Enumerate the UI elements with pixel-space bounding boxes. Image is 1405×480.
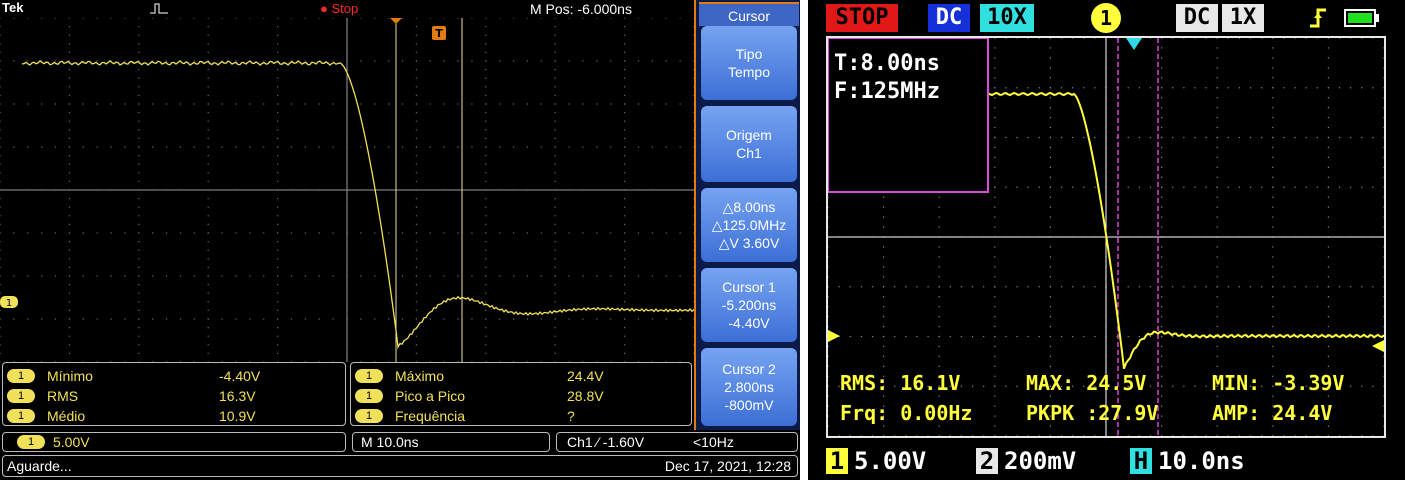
channel-1-ground-marker [828,330,840,342]
m-pos-readout: M Pos: -6.000ns [530,1,632,17]
tek-waveform-display: T 1 [0,18,694,362]
channel-badge: 1 [7,389,35,404]
trigger-frequency: <10Hz [693,434,734,450]
svg-text:1: 1 [6,298,12,309]
acquisition-state: ● Stop [320,1,359,16]
channel-badge: 1 [355,389,383,404]
trigger-pulse-icon [150,3,168,14]
measurement-rms: 1 RMS 16.3V [7,387,337,407]
dso-oscilloscope-screen: STOP DC 10X 1 DC 1X T:8.00ns F:125MHz RM… [808,0,1405,480]
measure-min: MIN: -3.39V [1212,371,1344,395]
dso-waveform-display: T:8.00ns F:125MHz RMS: 16.1V MAX: 24.5V … [826,36,1386,438]
battery-icon [1344,9,1379,27]
cursor-source-button[interactable]: Origem Ch1 [701,106,797,182]
tek-graticule [0,18,694,362]
channel-1-scale: 5.00V [53,434,90,450]
trigger-position-marker [390,18,402,24]
measure-frequency: Frq: 0.00Hz [840,401,972,425]
measurement-pk-pk: 1 Pico a Pico 28.8V [355,387,685,407]
channel-1-waveform [21,60,694,350]
tek-oscilloscope-screen: Tek ● Stop M Pos: -6.000ns T 1 Cursor Ti… [0,0,800,480]
cursor-side-menu: Cursor Tipo Tempo Origem Ch1 △8.00ns △12… [694,0,800,430]
probe2-indicator[interactable]: 1X [1222,4,1264,32]
tek-bottom-status: 1 5.00V M 10.0ns Ch1 ⁄ -1.60V <10Hz Agua… [0,430,800,480]
cursor-frequency: F:125MHz [834,79,940,104]
stop-indicator[interactable]: STOP [826,4,898,32]
coupling-indicator[interactable]: DC [928,4,970,32]
timebase-box[interactable]: M 10.0ns [352,432,550,452]
brand-label: Tek [2,0,24,15]
coupling2-indicator[interactable]: DC [1176,4,1218,32]
timebase-readout: M 10.0ns [361,434,419,450]
message-bar: Aguarde... Dec 17, 2021, 12:28 [2,455,798,477]
timebase-badge: H [1130,448,1152,474]
channel-badge: 1 [17,435,45,449]
channel-badge: 1 [355,409,383,424]
measurement-min: 1 Mínimo -4.40V [7,367,337,387]
cursor-type-button[interactable]: Tipo Tempo [701,26,797,100]
ch2-scale[interactable]: 200mV [1004,446,1076,476]
measure-max: MAX: 24.5V [1026,371,1146,395]
trigger-box[interactable]: Ch1 ⁄ -1.60V <10Hz [556,432,798,452]
tek-status-bar: Tek ● Stop M Pos: -6.000ns [0,0,694,18]
measurement-panel-right: 1 Máximo 24.4V 1 Pico a Pico 28.8V 1 Fre… [350,362,692,426]
trigger-readout: Ch1 ⁄ -1.60V [567,434,645,450]
status-message: Aguarde... [7,458,72,474]
ch1-badge: 1 [826,448,848,474]
cursor-delta-readout: △8.00ns △125.0MHz △V 3.60V [701,188,797,262]
ch2-badge: 2 [976,448,998,474]
channel-badge: 1 [7,409,35,424]
probe-indicator[interactable]: 10X [980,4,1034,32]
measurement-mean: 1 Médio 10.9V [7,407,337,427]
dso-footer: 1 5.00V 2 200mV H 10.0ns [826,446,1386,476]
channel-1-ground-marker: 1 [0,296,18,309]
rising-edge-icon [1310,8,1326,28]
date-time: Dec 17, 2021, 12:28 [664,458,791,474]
svg-text:T: T [435,27,443,40]
trigger-channel-indicator[interactable]: 1 [1091,3,1121,33]
trigger-level-marker: T [432,26,446,40]
measure-amp: AMP: 24.4V [1212,401,1332,425]
channel-1-waveform [987,91,1384,370]
cursor-1-button[interactable]: Cursor 1 -5.200ns -4.40V [701,268,797,342]
measurement-frequency: 1 Frequência ? [355,407,685,427]
channel-1-scale-box[interactable]: 1 5.00V [2,432,346,452]
channel-badge: 1 [7,369,35,384]
measurement-max: 1 Máximo 24.4V [355,367,685,387]
measure-rms: RMS: 16.1V [840,371,960,395]
cursor-2-button[interactable]: Cursor 2 2.800ns -800mV [701,348,797,426]
trigger-level-marker [1372,340,1384,352]
cursor-delta-time: T:8.00ns [834,51,940,76]
timebase-scale[interactable]: 10.0ns [1158,446,1245,476]
channel-badge: 1 [355,369,383,384]
ch1-scale[interactable]: 5.00V [854,446,926,476]
measure-pkpk: PKPK :27.9V [1026,401,1158,425]
menu-title: Cursor [699,2,799,26]
trigger-position-marker [1126,38,1142,50]
measurement-panel-left: 1 Mínimo -4.40V 1 RMS 16.3V 1 Médio 10.9… [2,362,346,426]
